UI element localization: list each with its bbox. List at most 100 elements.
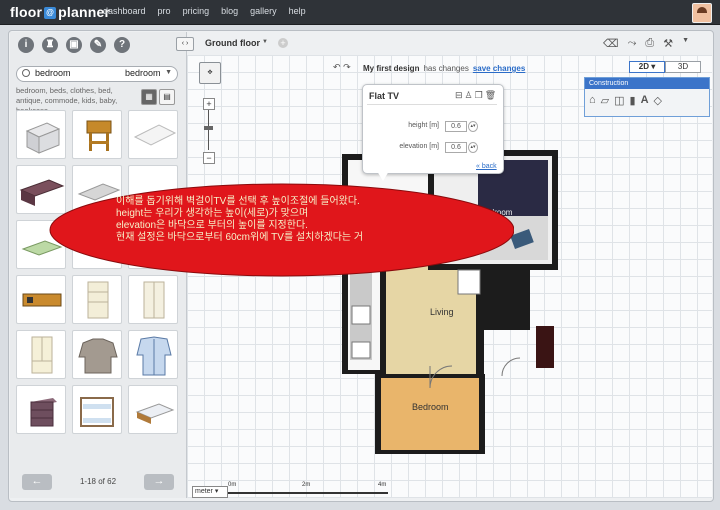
scale-line [228, 492, 388, 494]
list-view-icon[interactable]: ▤ [159, 89, 175, 105]
door-tool-icon[interactable]: ◫ [614, 94, 624, 107]
furniture-icon[interactable]: ♜ [42, 37, 58, 53]
copy-icon[interactable]: ❐ [475, 90, 485, 100]
top-bar: floor @ planner dashboard pro pricing blog… [0, 0, 720, 25]
library-item[interactable] [128, 330, 178, 379]
library-item[interactable] [16, 330, 66, 379]
view-3d-button[interactable]: 3D [665, 61, 701, 73]
callout-line: elevation은 바닥으로 부터의 높이를 지정한다. [116, 220, 308, 231]
zoom-control: + − [203, 98, 215, 164]
wrench-icon[interactable]: ⚒ [663, 37, 673, 50]
nav-help[interactable]: help [289, 6, 306, 16]
search-input[interactable]: bedroom [35, 68, 71, 78]
height-label: height [m] [408, 122, 439, 129]
construction-title: Construction [585, 78, 709, 89]
library-search[interactable]: bedroom bedroom ▼ [16, 66, 178, 82]
back-link[interactable]: « back [476, 163, 497, 170]
nav-gallery[interactable]: gallery [250, 6, 277, 16]
view-2d-button[interactable]: 2D ▾ [629, 61, 665, 73]
bottom-bedroom-floor[interactable] [381, 378, 479, 450]
zoom-slider-handle[interactable] [204, 126, 213, 130]
pan-control-icon[interactable]: ✥ [199, 62, 221, 84]
nav-dashboard[interactable]: dashboard [103, 6, 146, 16]
height-stepper[interactable]: ▴▾ [468, 121, 478, 132]
unit-label: meter [195, 488, 213, 495]
eraser-icon[interactable]: ⌫ [603, 37, 619, 50]
lock-icon[interactable]: ⊟ [455, 90, 465, 100]
callout-text: 이해를 돕기위해 벽걸이TV를 선택 후 높이조절에 들어왔다. height는… [116, 196, 506, 244]
chevron-down-icon[interactable]: ▼ [682, 37, 689, 50]
nav-pricing[interactable]: pricing [183, 6, 210, 16]
scale-end: 4m [378, 482, 387, 488]
info-icon[interactable]: i [18, 37, 34, 53]
elevation-label: elevation [m] [399, 143, 439, 150]
elevation-stepper[interactable]: ▴▾ [468, 142, 478, 153]
design-change-status: has changes [423, 64, 469, 73]
help-icon[interactable]: ? [114, 37, 130, 53]
library-item[interactable] [16, 110, 66, 159]
map-navigation: ✥ + − [199, 62, 221, 170]
library-item[interactable] [72, 330, 122, 379]
callout-line: 현재 설정은 바닥으로부터 60cm위에 TV를 설치하겠다는 거 [116, 232, 364, 243]
library-item[interactable] [128, 385, 178, 434]
scale-bar: 0m 2m 4m [226, 482, 390, 496]
share-icon[interactable]: ⤳ [628, 37, 637, 50]
print-icon[interactable]: ⎙ [645, 37, 654, 50]
library-item[interactable] [16, 385, 66, 434]
construction-tools: ⌂ ▱ ◫ ▮ A ◇ [585, 89, 709, 112]
panel-divider [367, 104, 497, 105]
elevation-input[interactable]: 0.6 [445, 142, 467, 153]
library-item[interactable] [128, 275, 178, 324]
zoom-out-button[interactable]: − [203, 152, 215, 164]
floor-tool-icon[interactable]: ▱ [601, 94, 609, 107]
logo-text-left: floor [10, 4, 43, 20]
unit-select[interactable]: meter ▾ [192, 486, 228, 498]
annotation-callout: 이해를 돕기위해 벽걸이TV를 선택 후 높이조절에 들어왔다. height는… [44, 180, 514, 280]
user-avatar[interactable] [692, 3, 712, 23]
floor-dropdown-icon[interactable]: ▼ [262, 39, 268, 45]
grid-view-icon[interactable]: ▦ [141, 89, 157, 105]
nav-pro[interactable]: pro [158, 6, 171, 16]
chevron-down-icon[interactable]: ▼ [165, 69, 172, 76]
zoom-in-button[interactable]: + [203, 98, 215, 110]
design-title: My first design [363, 64, 420, 73]
trash-icon[interactable]: 🗑 [485, 90, 498, 100]
prev-page-button[interactable]: ← [22, 474, 52, 490]
dimension-tool-icon[interactable]: ◇ [654, 94, 662, 107]
scale-start: 0m [228, 482, 237, 488]
search-icon [22, 69, 30, 77]
design-status: My first design has changes save changes [363, 64, 525, 73]
room-tool-icon[interactable]: ⌂ [589, 94, 596, 107]
zoom-track[interactable] [208, 110, 209, 150]
pager-label: 1-18 of 62 [79, 477, 117, 486]
view-toggle: 2D ▾ 3D [629, 61, 701, 73]
add-floor-icon[interactable]: + [278, 38, 288, 48]
height-input[interactable]: 0.6 [445, 121, 467, 132]
nav-blog[interactable]: blog [221, 6, 238, 16]
paint-icon[interactable]: ✎ [90, 37, 106, 53]
library-item[interactable] [72, 275, 122, 324]
callout-line: height는 우리가 생각하는 높이(세로)가 맞으며 [116, 208, 309, 219]
library-item[interactable] [72, 385, 122, 434]
panel-icons: ⊟♙❐🗑 [455, 90, 498, 101]
room-label-bedroom-bottom: Bedroom [412, 402, 449, 412]
callout-line: 이해를 돕기위해 벽걸이TV를 선택 후 높이조절에 들어왔다. [116, 196, 360, 207]
undo-icon[interactable]: ↶ [333, 62, 341, 72]
floor-name[interactable]: Ground floor [205, 38, 260, 48]
library-pager: ← 1-18 of 62 → [16, 474, 180, 494]
photo-icon[interactable]: ▣ [66, 37, 82, 53]
redo-icon[interactable]: ↷ [343, 62, 351, 72]
library-item[interactable] [16, 275, 66, 324]
library-item[interactable] [128, 110, 178, 159]
next-page-button[interactable]: → [144, 474, 174, 490]
user-icon[interactable]: ♙ [465, 90, 475, 100]
library-item[interactable] [72, 110, 122, 159]
collapse-panel-button[interactable]: ‹ › [176, 37, 194, 51]
category-select[interactable]: bedroom [125, 68, 161, 78]
floorplanner-logo[interactable]: floor @ planner [10, 4, 110, 20]
save-changes-link[interactable]: save changes [473, 64, 525, 73]
undo-redo: ↶ ↷ [333, 62, 351, 73]
right-toolbar: ⌫ ⤳ ⎙ ⚒ ▼ [603, 37, 689, 50]
window-tool-icon[interactable]: ▮ [630, 94, 636, 107]
text-tool-icon[interactable]: A [641, 94, 649, 107]
